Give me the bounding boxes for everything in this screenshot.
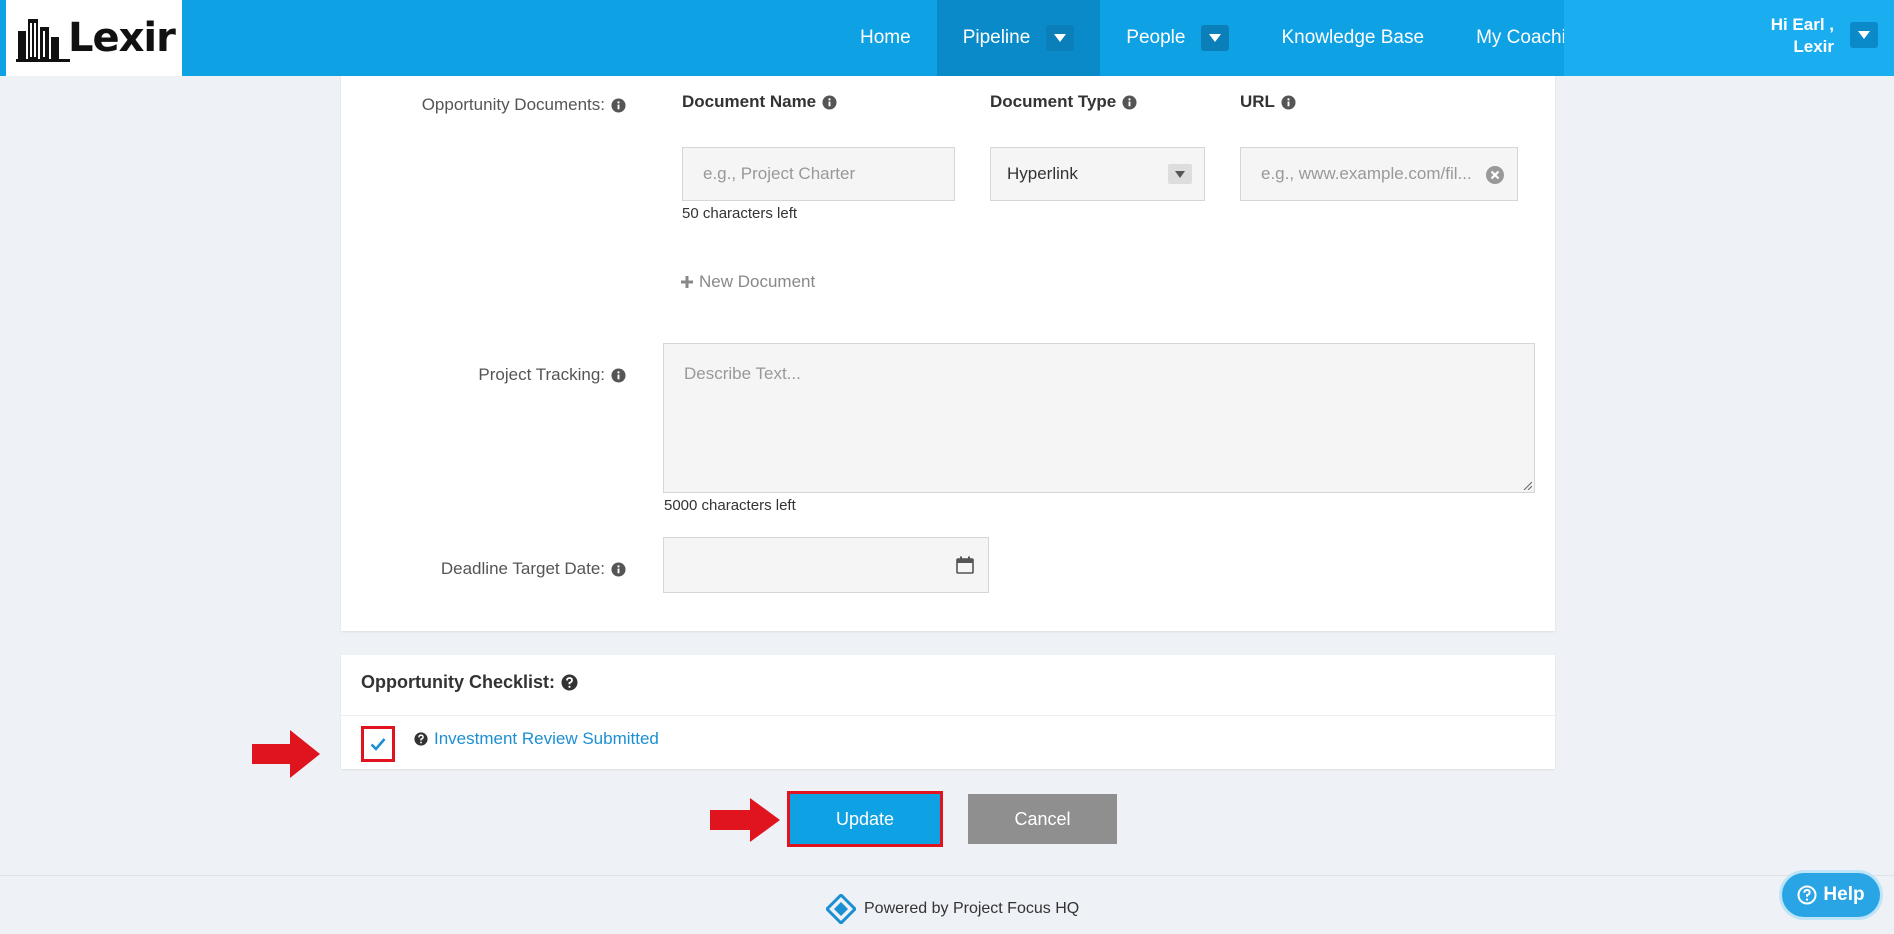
investment-review-checkbox[interactable] — [361, 726, 395, 762]
caret-down-icon — [1054, 34, 1067, 42]
info-icon[interactable] — [611, 367, 626, 383]
document-name-placeholder: e.g., Project Charter — [703, 164, 856, 183]
nav-home[interactable]: Home — [834, 0, 937, 76]
url-input[interactable]: e.g., www.example.com/fil... — [1240, 147, 1518, 201]
nav-people-label: People — [1126, 27, 1186, 48]
cancel-button[interactable]: Cancel — [968, 794, 1117, 844]
document-name-chars-left: 50 characters left — [682, 205, 798, 222]
deadline-label-text: Deadline Target Date: — [440, 559, 605, 578]
help-label: Help — [1823, 884, 1865, 905]
investment-review-link[interactable]: Investment Review Submitted — [414, 729, 659, 749]
checklist-title-text: Opportunity Checklist: — [361, 672, 556, 692]
brand-logo[interactable]: Lexir — [6, 0, 182, 76]
info-icon[interactable] — [822, 94, 837, 110]
nav-knowledge-base[interactable]: Knowledge Base — [1255, 0, 1450, 76]
annotation-arrow-icon — [710, 798, 780, 842]
document-type-header: Document Type — [990, 92, 1137, 112]
select-arrow[interactable] — [1168, 164, 1192, 184]
calendar-icon[interactable] — [956, 556, 974, 574]
url-placeholder: e.g., www.example.com/fil... — [1261, 164, 1471, 183]
top-navbar: Lexir Home Pipeline People Knowledge Bas… — [0, 0, 1894, 76]
document-name-input[interactable]: e.g., Project Charter — [682, 147, 955, 201]
help-button[interactable]: Help — [1782, 873, 1880, 917]
annotation-arrow-icon — [252, 730, 320, 778]
project-tracking-textarea[interactable]: Describe Text... — [663, 343, 1535, 493]
document-type-header-text: Document Type — [990, 92, 1117, 111]
plus-icon — [681, 276, 693, 288]
deadline-date-input[interactable] — [663, 537, 989, 593]
question-icon[interactable] — [561, 674, 578, 691]
user-org: Lexir — [1793, 37, 1834, 56]
investment-review-label: Investment Review Submitted — [434, 729, 659, 748]
nav-pipeline-label: Pipeline — [962, 27, 1031, 48]
user-dropdown-button[interactable] — [1850, 22, 1878, 48]
clear-icon[interactable] — [1485, 165, 1505, 185]
info-icon[interactable] — [1122, 94, 1137, 110]
info-icon[interactable] — [611, 97, 626, 113]
project-focus-logo-icon — [826, 894, 856, 924]
url-header: URL — [1240, 92, 1296, 112]
footer: Powered by Project Focus HQ — [826, 894, 1079, 924]
nav-pipeline[interactable]: Pipeline — [936, 0, 1101, 76]
update-button[interactable]: Update — [787, 791, 943, 847]
user-menu: Hi Earl , Lexir — [1564, 0, 1894, 76]
document-name-header-text: Document Name — [682, 92, 817, 111]
url-header-text: URL — [1240, 92, 1275, 111]
powered-by-text: Powered by Project Focus HQ — [864, 900, 1080, 917]
project-tracking-chars-left: 5000 characters left — [664, 497, 796, 514]
new-document-label: New Document — [699, 272, 816, 291]
user-name[interactable]: Hi Earl , Lexir — [1771, 14, 1834, 58]
deadline-label: Deadline Target Date: — [380, 558, 626, 580]
project-tracking-placeholder: Describe Text... — [684, 364, 801, 383]
caret-down-icon — [1858, 31, 1870, 39]
question-icon[interactable] — [414, 732, 428, 746]
pipeline-dropdown-button[interactable] — [1046, 25, 1075, 51]
caret-down-icon — [1175, 170, 1185, 178]
resize-handle-icon[interactable] — [1522, 480, 1532, 490]
document-type-select[interactable]: Hyperlink — [990, 147, 1205, 201]
caret-down-icon — [1209, 34, 1222, 42]
buildings-logo-icon — [16, 19, 70, 62]
opportunity-documents-label-text: Opportunity Documents: — [421, 95, 605, 114]
logo-text: Lexir — [68, 15, 176, 61]
document-name-header: Document Name — [682, 92, 837, 112]
checklist-divider — [341, 715, 1555, 716]
info-icon[interactable] — [1281, 94, 1296, 110]
checklist-title: Opportunity Checklist: — [361, 672, 578, 693]
document-type-value: Hyperlink — [1007, 164, 1078, 183]
info-icon[interactable] — [611, 561, 626, 577]
opportunity-documents-label: Opportunity Documents: — [380, 94, 626, 116]
people-dropdown-button[interactable] — [1201, 25, 1230, 51]
new-document-link[interactable]: New Document — [681, 272, 815, 292]
project-tracking-label-text: Project Tracking: — [478, 365, 605, 384]
footer-divider — [0, 875, 1894, 876]
nav-people[interactable]: People — [1100, 0, 1255, 76]
question-circle-icon — [1797, 885, 1817, 905]
user-greeting: Hi Earl , — [1770, 15, 1834, 34]
checkmark-icon — [370, 738, 386, 751]
project-tracking-label: Project Tracking: — [380, 364, 626, 386]
